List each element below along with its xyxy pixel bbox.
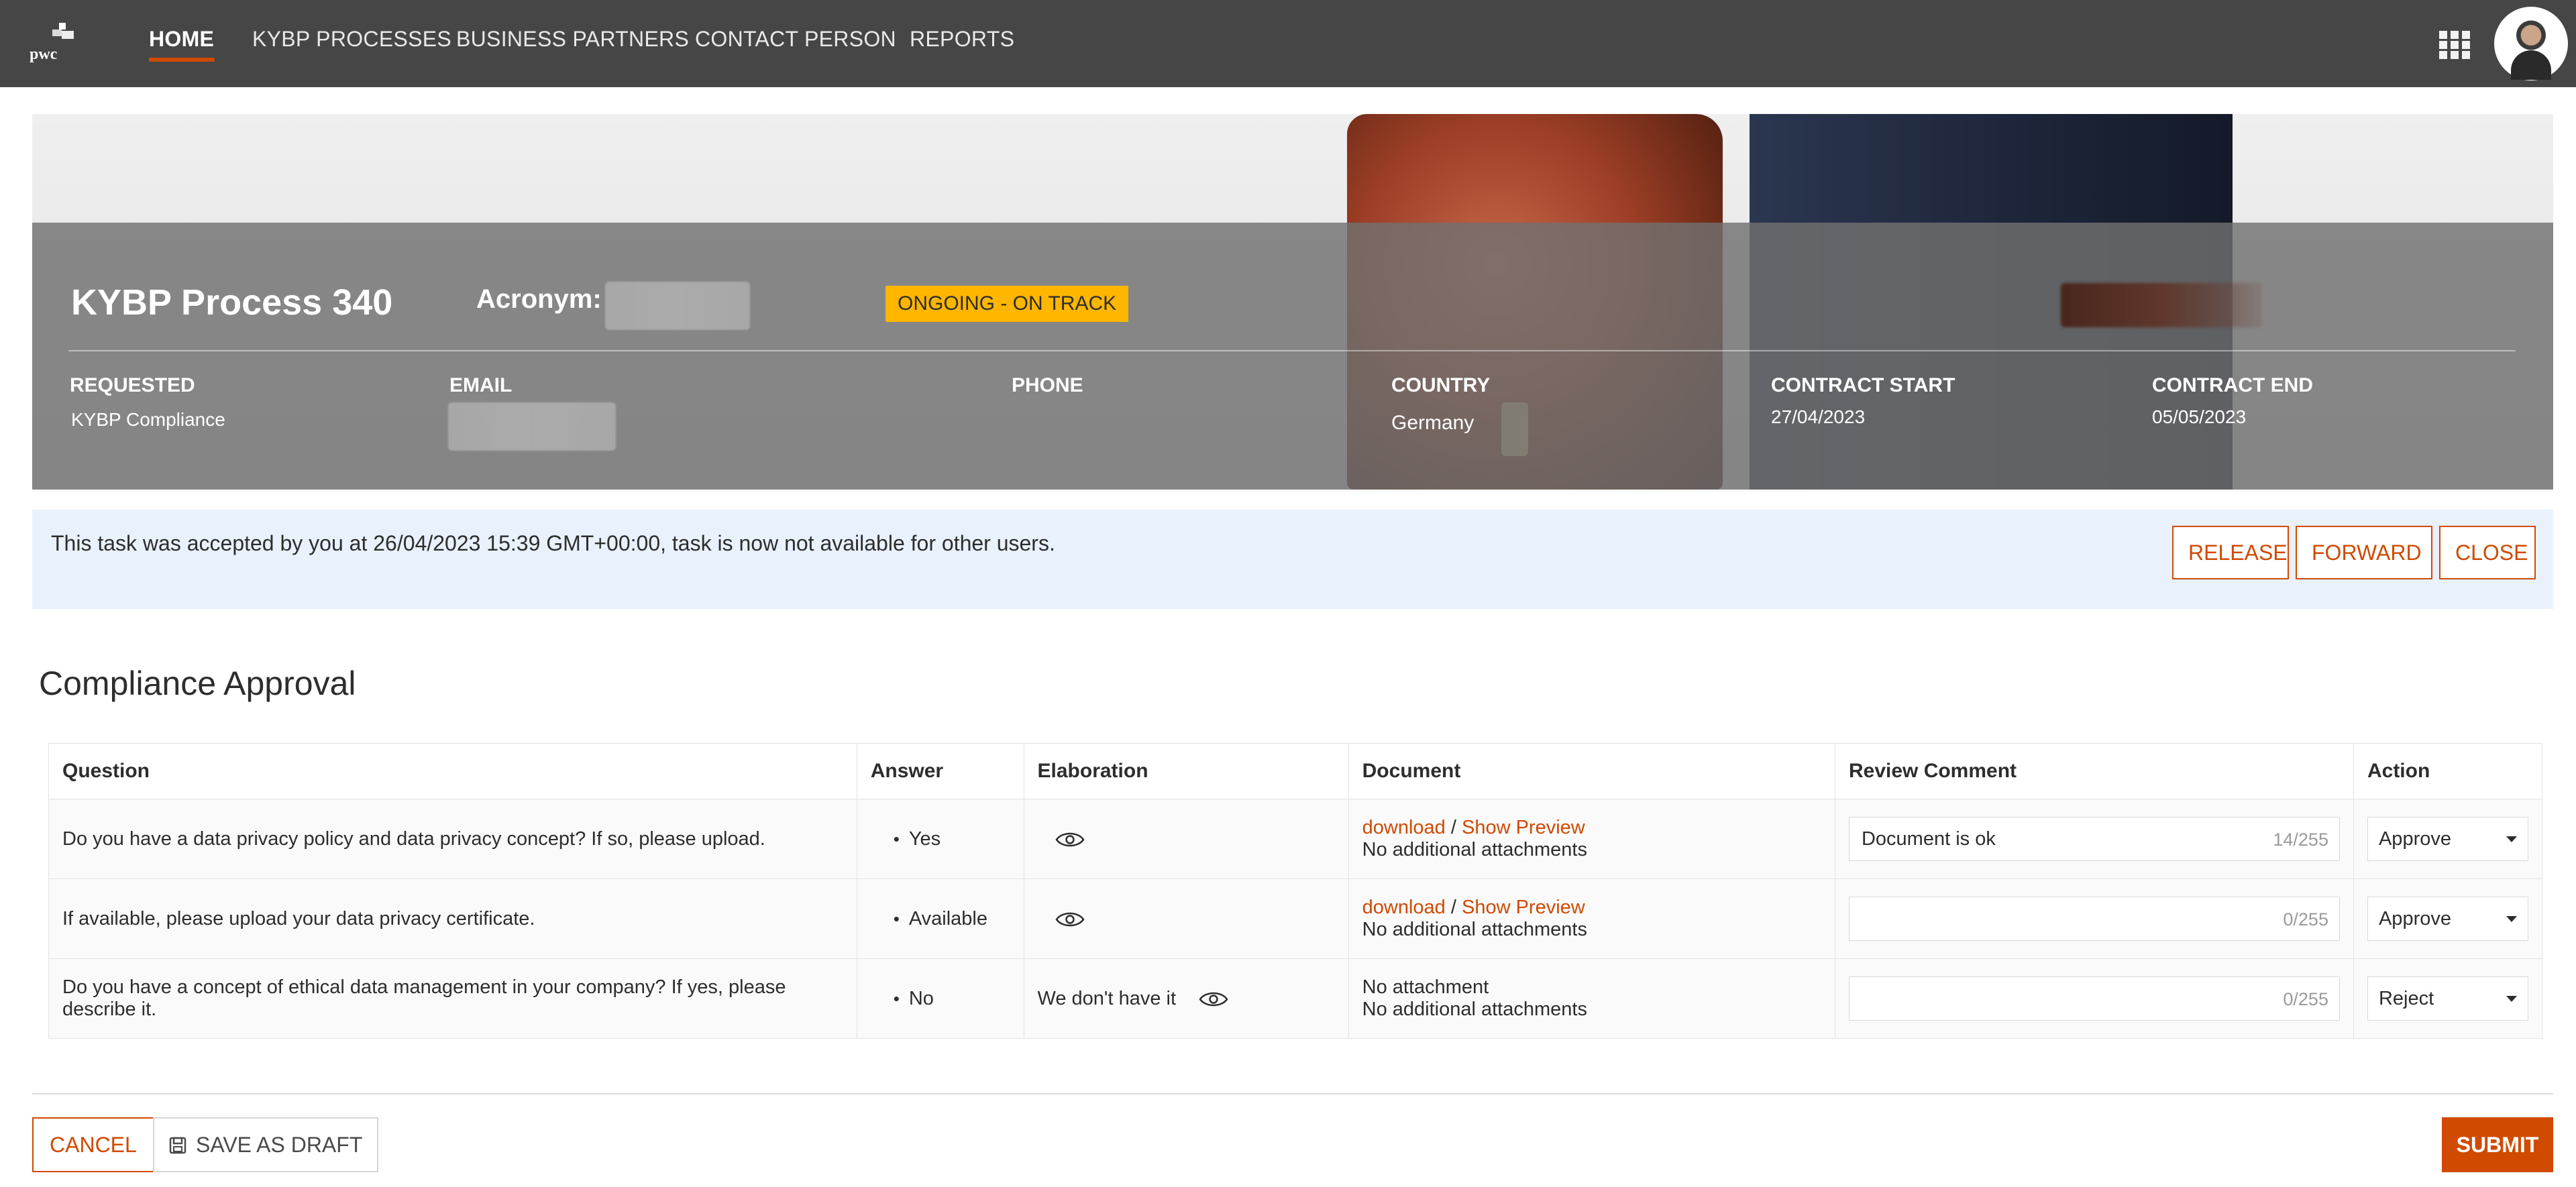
- top-navigation-bar: pwc HOME KYBP PROCESSES BUSINESS PARTNER…: [0, 0, 2576, 87]
- hero-overlay: [32, 223, 2553, 490]
- header-action: Action: [2353, 743, 2543, 799]
- close-button[interactable]: CLOSE: [2439, 526, 2536, 579]
- logo-mark-icon: [52, 23, 75, 43]
- task-accepted-message: This task was accepted by you at 26/04/2…: [51, 531, 1055, 555]
- save-as-draft-button[interactable]: SAVE AS DRAFT: [153, 1117, 379, 1172]
- release-button[interactable]: RELEASE: [2172, 526, 2289, 579]
- header-document: Document: [1348, 743, 1835, 799]
- review-comment-input[interactable]: Document is ok 14/255: [1848, 817, 2340, 861]
- char-counter: 14/255: [2273, 830, 2328, 850]
- action-selected-value: Approve: [2378, 908, 2451, 929]
- answer-value: No: [871, 988, 934, 1009]
- show-preview-link[interactable]: Show Preview: [1462, 817, 1585, 838]
- doc-separator: /: [1450, 817, 1456, 838]
- elaboration-text: We don't have it: [1037, 987, 1177, 1009]
- status-badge: ONGOING - ON TRACK: [885, 286, 1129, 322]
- action-select[interactable]: Approve: [2367, 817, 2528, 861]
- nav-contact-person[interactable]: CONTACT PERSON: [695, 27, 896, 52]
- action-selected-value: Approve: [2378, 828, 2451, 850]
- table-row: If available, please upload your data pr…: [48, 879, 2543, 959]
- table-header-row: Question Answer Elaboration Document Rev…: [48, 743, 2543, 799]
- chevron-down-icon: [2506, 996, 2517, 1002]
- country-label: COUNTRY: [1391, 374, 1491, 396]
- header-question: Question: [48, 743, 857, 799]
- additional-attachments-text: No additional attachments: [1362, 919, 1587, 940]
- eye-icon[interactable]: [1055, 830, 1085, 849]
- email-redacted-value: [448, 402, 616, 451]
- user-avatar[interactable]: [2494, 7, 2568, 80]
- action-selected-value: Reject: [2378, 988, 2434, 1009]
- table-row: Do you have a concept of ethical data ma…: [48, 958, 2543, 1039]
- compliance-table: Question Answer Elaboration Document Rev…: [48, 743, 2543, 1039]
- action-select[interactable]: Approve: [2367, 897, 2528, 941]
- acronym-redacted-value: [605, 282, 750, 330]
- no-attachment-text: No attachment: [1362, 976, 1489, 998]
- additional-attachments-text: No additional attachments: [1362, 839, 1587, 860]
- acronym-label: Acronym:: [476, 284, 602, 314]
- forward-button[interactable]: FORWARD: [2296, 526, 2432, 579]
- char-counter: 0/255: [2283, 989, 2328, 1009]
- nav-business-partners[interactable]: BUSINESS PARTNERS: [456, 27, 689, 52]
- nav-home[interactable]: HOME: [149, 27, 214, 52]
- char-counter: 0/255: [2283, 909, 2328, 929]
- cancel-button[interactable]: CANCEL: [32, 1117, 154, 1172]
- additional-attachments-text: No additional attachments: [1362, 999, 1587, 1020]
- section-title: Compliance Approval: [39, 665, 356, 702]
- email-label: EMAIL: [449, 374, 513, 396]
- header-review-comment: Review Comment: [1834, 743, 2354, 799]
- nav-kybp-processes[interactable]: KYBP PROCESSES: [252, 27, 451, 52]
- question-cell: Do you have a concept of ethical data ma…: [48, 958, 857, 1039]
- nav-reports[interactable]: REPORTS: [910, 27, 1014, 52]
- question-cell: Do you have a data privacy policy and da…: [48, 799, 857, 879]
- save-as-draft-label: SAVE AS DRAFT: [196, 1133, 363, 1157]
- action-select[interactable]: Reject: [2367, 976, 2528, 1021]
- contract-end-value: 05/05/2023: [2152, 406, 2247, 427]
- download-link[interactable]: download: [1362, 817, 1446, 838]
- download-link[interactable]: download: [1362, 897, 1446, 918]
- doc-separator: /: [1450, 897, 1456, 918]
- answer-value: Yes: [871, 828, 941, 850]
- review-comment-input[interactable]: 0/255: [1848, 897, 2340, 941]
- hero-divider: [68, 350, 2516, 351]
- chevron-down-icon: [2506, 836, 2517, 842]
- pwc-logo[interactable]: pwc: [27, 20, 80, 67]
- review-comment-input[interactable]: 0/255: [1848, 976, 2340, 1021]
- redacted-field: [2061, 283, 2262, 327]
- nav-active-indicator: [149, 58, 215, 62]
- requested-label: REQUESTED: [70, 374, 195, 396]
- phone-label: PHONE: [1012, 374, 1083, 396]
- eye-icon[interactable]: [1055, 910, 1085, 929]
- chevron-down-icon: [2506, 916, 2517, 922]
- eye-icon[interactable]: [1199, 990, 1228, 1009]
- table-row: Do you have a data privacy policy and da…: [48, 799, 2543, 879]
- process-title: KYBP Process 340: [71, 282, 393, 323]
- apps-grid-icon[interactable]: [2439, 31, 2473, 59]
- header-elaboration: Elaboration: [1023, 743, 1349, 799]
- answer-value: Available: [871, 908, 987, 929]
- logo-text: pwc: [30, 46, 58, 63]
- process-hero-banner: KYBP Process 340 Acronym: ONGOING - ON T…: [32, 114, 2553, 490]
- footer-divider: [32, 1093, 2553, 1094]
- task-info-bar: This task was accepted by you at 26/04/2…: [32, 510, 2553, 609]
- question-cell: If available, please upload your data pr…: [48, 879, 857, 959]
- show-preview-link[interactable]: Show Preview: [1462, 897, 1585, 918]
- save-icon: [169, 1137, 186, 1154]
- country-value: Germany: [1391, 412, 1474, 434]
- submit-button[interactable]: SUBMIT: [2442, 1117, 2553, 1172]
- requested-value: KYBP Compliance: [71, 409, 225, 430]
- contract-end-label: CONTRACT END: [2152, 374, 2313, 396]
- header-answer: Answer: [856, 743, 1024, 799]
- review-comment-value: Document is ok: [1861, 828, 1996, 850]
- contract-start-label: CONTRACT START: [1771, 374, 1955, 396]
- contract-start-value: 27/04/2023: [1771, 406, 1866, 427]
